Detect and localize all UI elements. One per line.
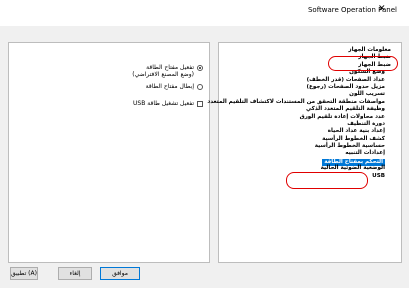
radio-enable[interactable] bbox=[197, 65, 203, 71]
settings-tree-panel: معلومات الجهاز ضبط الجهاز ضبط الجهاز وضع… bbox=[207, 42, 402, 263]
usb-power-option[interactable]: تفعيل تشغيل طاقة USB bbox=[133, 100, 203, 107]
radio-disable-label: إبطال مفتاح الطاقة bbox=[145, 83, 194, 90]
tree-item[interactable]: إعدادات التنبيه bbox=[251, 150, 385, 157]
tree-item[interactable]: حساسية الخطوط الرأسية bbox=[251, 143, 385, 150]
tree-item[interactable]: معلومات الجهاز bbox=[251, 47, 391, 54]
tree-item[interactable]: دورة التنظيف bbox=[251, 121, 385, 128]
radio-enable-label: تفعيل مفتاح الطاقة (وضع المصنع الافتراضي) bbox=[132, 64, 194, 78]
cancel-button[interactable]: إلغاء bbox=[58, 267, 92, 280]
power-switch-enable-option[interactable]: تفعيل مفتاح الطاقة (وضع المصنع الافتراضي) bbox=[132, 64, 203, 78]
annotation-oval bbox=[286, 172, 368, 189]
settings-panel: تفعيل مفتاح الطاقة (وضع المصنع الافتراضي)… bbox=[8, 42, 210, 263]
title-bar: ✕ Software Operation Panel bbox=[0, 0, 409, 26]
tree-item[interactable]: تسريب اللون bbox=[251, 91, 385, 98]
power-switch-disable-option[interactable]: إبطال مفتاح الطاقة bbox=[146, 83, 203, 90]
ok-button[interactable]: موافق bbox=[100, 267, 140, 280]
tree-item[interactable]: كشف الخطوط الرأسية bbox=[251, 136, 385, 143]
usb-power-label: تفعيل تشغيل طاقة USB bbox=[133, 100, 194, 107]
usb-power-checkbox[interactable] bbox=[197, 101, 203, 107]
radio-disable[interactable] bbox=[197, 84, 203, 90]
tree-item[interactable]: وظيفة التلقيم المتعدد الذكي bbox=[251, 106, 385, 113]
window-title: Software Operation Panel bbox=[307, 6, 397, 14]
tree-item[interactable]: مزيل حدود الصفحات (رجوع) bbox=[251, 84, 386, 91]
tree-item[interactable]: إعداد بنية عداد الحياة bbox=[251, 128, 385, 135]
annotation-oval bbox=[328, 56, 398, 71]
tree-item[interactable]: عداد الصفحات (قدر الخطف) bbox=[251, 77, 385, 84]
tree-item[interactable]: عدد محاولات إعادة تلقيم الورق bbox=[251, 114, 385, 121]
apply-button[interactable]: تطبيق (A) bbox=[10, 267, 38, 280]
